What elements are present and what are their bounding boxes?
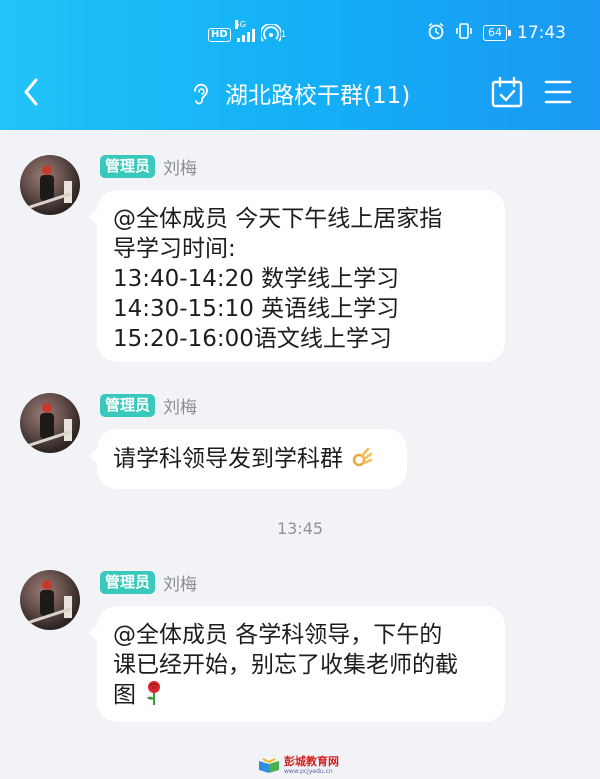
top-bar: HD 5G 1 64 17:43 湖北路校干群(11) [0,0,600,130]
chat-title: 湖北路校干群(11) [225,83,411,109]
menu-icon [544,80,572,104]
role-badge: 管理员 [100,394,156,417]
message-line: 课已经开始，别忘了收集老师的截 [113,652,458,678]
vibrate-icon [455,22,473,44]
avatar[interactable] [20,393,80,453]
clock: 17:43 [517,23,566,43]
status-bar: HD 5G 1 64 17:43 [0,18,600,52]
sender-line: 管理员 刘梅 [100,570,197,595]
role-badge: 管理员 [100,571,156,594]
message-line: 14:30-15:10 英语线上学习 [113,296,400,322]
watermark: 彭城教育网 www.pcjyedu.cn [258,756,339,775]
message-line: @全体成员 各学科领导，下午的 [113,622,443,648]
timestamp: 13:45 [276,519,324,538]
menu-button[interactable] [544,78,572,110]
network-type: 5G [234,20,246,29]
alarm-icon [427,22,445,44]
status-left: HD 5G 1 [208,20,287,46]
watermark-url: www.pcjyedu.cn [284,768,333,775]
signal-icon: 5G [234,20,255,42]
avatar[interactable] [20,155,80,215]
watermark-text: 彭城教育网 www.pcjyedu.cn [284,755,339,776]
message-line-text: 图 [113,682,136,708]
message-bubble[interactable]: @全体成员 今天下午线上居家指 导学习时间: 13:40-14:20 数学线上学… [88,190,505,362]
role-badge: 管理员 [100,155,156,178]
sender-line: 管理员 刘梅 [100,393,197,418]
message-line: 13:40-14:20 数学线上学习 [113,266,400,292]
hotspot-icon [259,22,283,46]
message-bubble[interactable]: 请学科领导发到学科群 [88,429,407,489]
nav-bar: 湖北路校干群(11) [0,62,600,126]
battery-indicator: 64 [483,25,511,41]
hotspot-count: 1 [280,30,287,40]
ok-hand-icon [350,446,374,478]
message-line: 15:20-16:00语文线上学习 [113,326,392,352]
calendar-check-icon [491,76,523,108]
sender-name[interactable]: 刘梅 [163,154,197,179]
message-line: 导学习时间: [113,236,236,262]
message-line: @全体成员 今天下午线上居家指 [113,206,443,232]
message-text: 请学科领导发到学科群 [113,446,343,472]
rose-icon [143,680,165,714]
message-line: 图 [113,680,489,714]
calendar-button[interactable] [490,76,524,114]
ear-icon [190,82,210,112]
hd-indicator: HD [208,28,231,42]
sender-name[interactable]: 刘梅 [163,393,197,418]
avatar[interactable] [20,570,80,630]
book-logo-icon [259,757,279,773]
sender-name[interactable]: 刘梅 [163,570,197,595]
status-right: 64 17:43 [427,22,566,44]
sender-line: 管理员 刘梅 [100,154,197,179]
watermark-title: 彭城教育网 [284,755,339,768]
message-bubble[interactable]: @全体成员 各学科领导，下午的 课已经开始，别忘了收集老师的截 图 [88,606,505,722]
